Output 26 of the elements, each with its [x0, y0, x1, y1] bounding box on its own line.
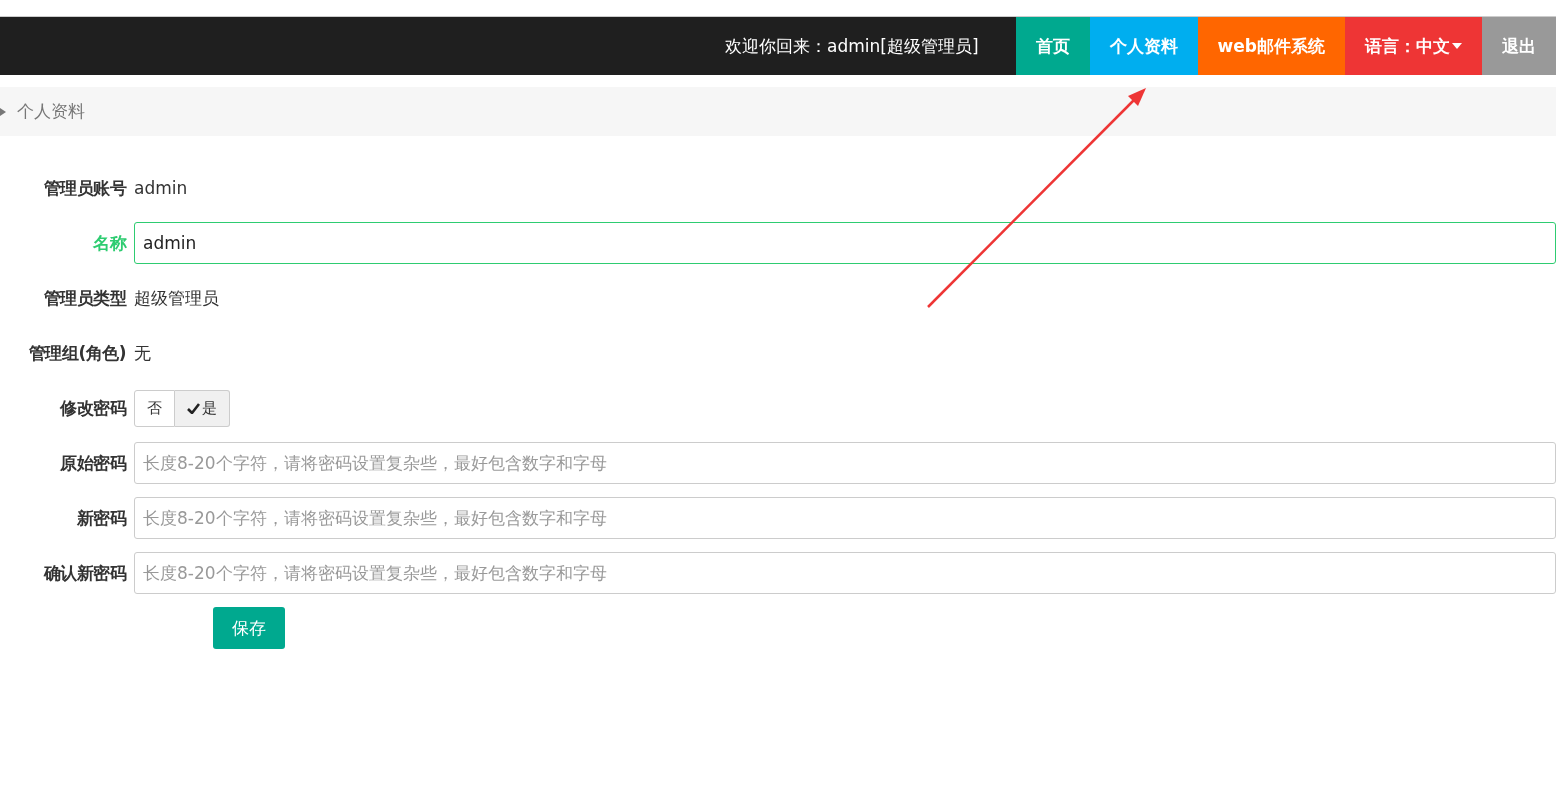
toggle-option[interactable]: 是: [175, 389, 230, 427]
nav-link[interactable]: 首页: [1015, 17, 1090, 75]
nav-link[interactable]: web邮件系统: [1197, 17, 1345, 75]
field-label: 名称: [93, 231, 126, 255]
toggle-option[interactable]: 否: [134, 389, 175, 427]
check-icon: [187, 402, 200, 414]
input-field[interactable]: 长度8-20个字符，请将密码设置复杂些，最好包含数字和字母: [134, 552, 1556, 594]
field-label: 管理组(角色): [28, 341, 126, 365]
field-value: 超级管理员: [134, 287, 220, 310]
field-label: 新密码: [76, 506, 126, 530]
field-label: 原始密码: [60, 451, 126, 475]
field-label: 管理员账号: [43, 176, 126, 200]
field-value: 无: [134, 342, 152, 365]
nav-link[interactable]: 退出: [1482, 17, 1556, 75]
input-field[interactable]: 长度8-20个字符，请将密码设置复杂些，最好包含数字和字母: [134, 442, 1556, 484]
field-value: admin: [134, 177, 189, 200]
field-label: 确认新密码: [43, 561, 126, 585]
save-button[interactable]: 保存: [213, 607, 285, 649]
breadcrumb-text: 个人资料: [17, 100, 85, 123]
input-field[interactable]: admin: [134, 222, 1556, 264]
field-label: 管理员类型: [43, 286, 126, 310]
nav-link[interactable]: 语言：中文: [1345, 17, 1482, 75]
field-label: 修改密码: [60, 396, 126, 420]
nav-link[interactable]: 个人资料: [1089, 17, 1198, 75]
input-field[interactable]: 长度8-20个字符，请将密码设置复杂些，最好包含数字和字母: [134, 497, 1556, 539]
welcome-text: 欢迎你回来：admin[超级管理员]: [725, 34, 979, 58]
